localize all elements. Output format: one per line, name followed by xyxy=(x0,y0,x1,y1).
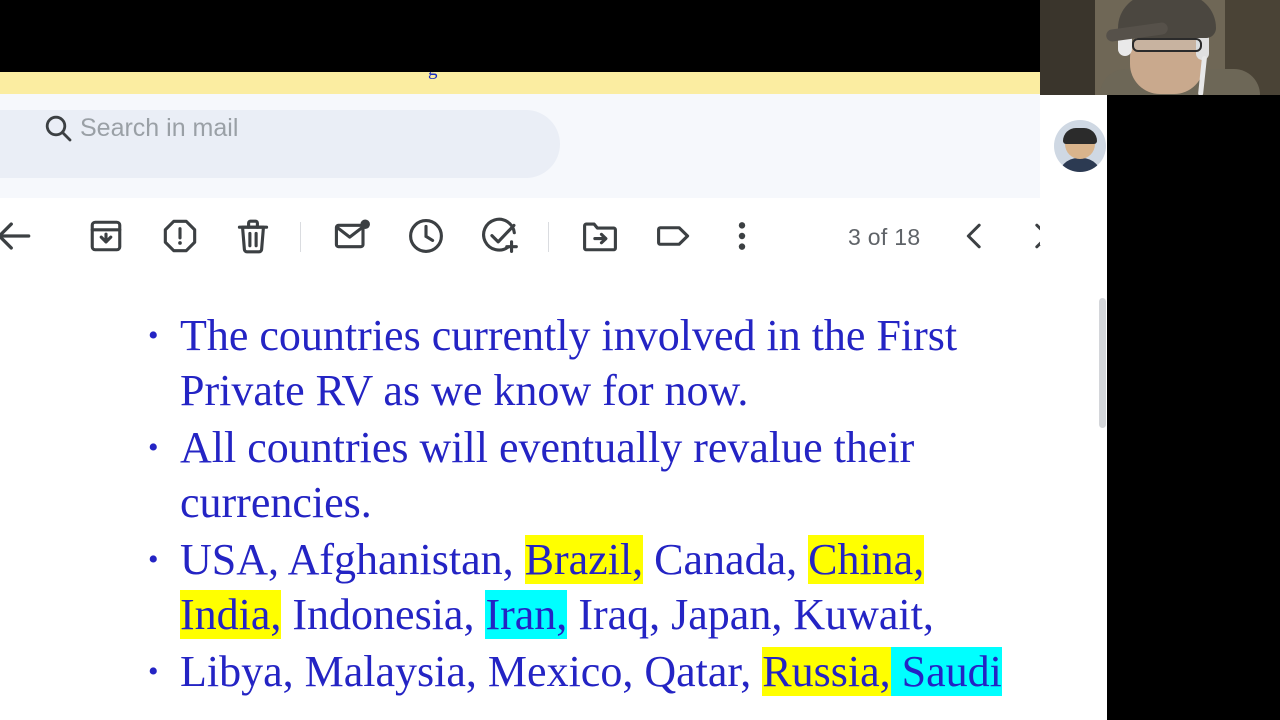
text-segment: Libya, Malaysia, Mexico, Qatar, xyxy=(180,647,763,696)
delete-button[interactable] xyxy=(231,214,275,258)
bullet-3: USA, Afghanistan, Brazil, Canada, China,… xyxy=(148,532,1008,642)
message-action-toolbar: 3 of 18 xyxy=(0,198,1107,274)
text-segment: Russia, xyxy=(762,647,891,696)
webcam-participant-thumbnail xyxy=(1054,120,1106,172)
vertical-scrollbar[interactable] xyxy=(1098,274,1107,720)
text-segment: Iran, xyxy=(485,590,568,639)
slide-image-content: The countries currently involved in the … xyxy=(0,274,1090,701)
bullet-1: The countries currently involved in the … xyxy=(148,308,1008,418)
search-input[interactable] xyxy=(80,112,480,144)
toolbar-divider xyxy=(300,222,301,252)
gmail-app-surface: Active xyxy=(0,94,1107,720)
bullet-2: All countries will eventually revalue th… xyxy=(148,420,1008,530)
top-black-letterbox xyxy=(0,0,1045,72)
cam-glasses xyxy=(1132,38,1202,52)
screen-root: g xyxy=(0,0,1280,720)
right-black-letterbox xyxy=(1107,95,1280,720)
report-spam-button[interactable] xyxy=(158,214,202,258)
add-to-tasks-button[interactable] xyxy=(478,214,522,258)
move-to-button[interactable] xyxy=(578,214,622,258)
more-options-button[interactable] xyxy=(720,214,764,258)
text-segment: Indonesia, xyxy=(281,590,486,639)
previous-message-button[interactable] xyxy=(955,216,995,256)
archive-button[interactable] xyxy=(84,214,128,258)
scrollbar-thumb[interactable] xyxy=(1099,298,1106,428)
text-segment: All countries will eventually revalue th… xyxy=(180,423,915,527)
search-icon xyxy=(42,112,74,144)
gmail-header: Active xyxy=(0,94,1107,274)
labels-button[interactable] xyxy=(652,214,696,258)
thumb-hair xyxy=(1063,128,1097,144)
thumb-body xyxy=(1058,158,1102,172)
snooze-button[interactable] xyxy=(404,214,448,258)
pagination-count: 3 of 18 xyxy=(848,224,921,250)
text-segment: Saudi xyxy=(890,647,1002,696)
text-segment: Brazil, xyxy=(524,535,644,584)
banner-text-fragment: g xyxy=(428,72,438,81)
thumbnail-avatar xyxy=(1054,120,1106,172)
text-segment: The countries currently involved in the … xyxy=(180,311,958,415)
bullet-list: The countries currently involved in the … xyxy=(148,308,1090,699)
webcam-speaker-video xyxy=(1040,0,1280,95)
back-button[interactable] xyxy=(0,214,36,258)
text-segment: Canada, xyxy=(643,535,809,584)
yellow-banner-strip: g xyxy=(0,72,1040,94)
text-segment: USA, Afghanistan, xyxy=(180,535,525,584)
toolbar-divider-2 xyxy=(548,222,549,252)
message-body: The countries currently involved in the … xyxy=(0,274,1107,720)
text-segment: Iraq, Japan, Kuwait, xyxy=(567,590,934,639)
mark-unread-button[interactable] xyxy=(330,214,374,258)
bullet-3-overflow: Libya, Malaysia, Mexico, Qatar, Russia, … xyxy=(148,644,1008,699)
